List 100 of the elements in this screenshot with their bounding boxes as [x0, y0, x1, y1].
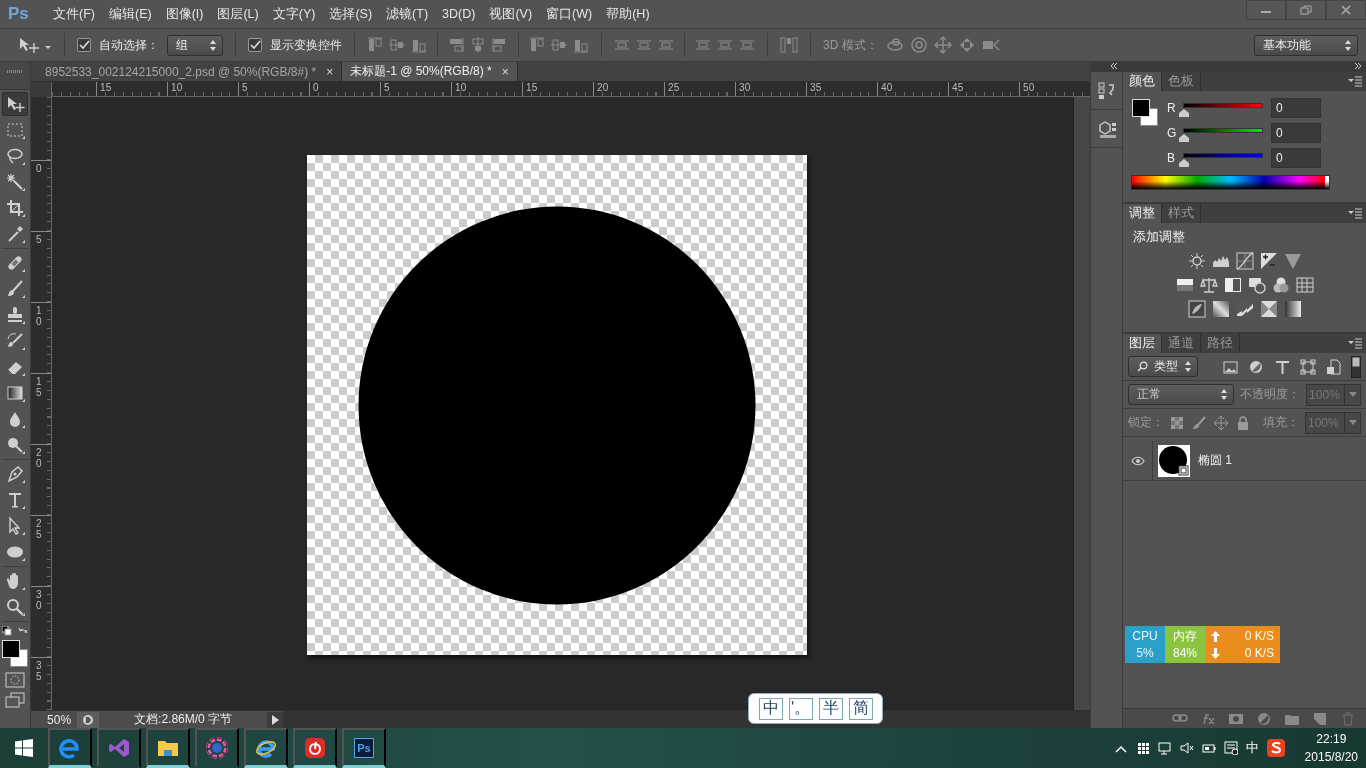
triangle-icon[interactable]	[1283, 252, 1302, 270]
brush-icon[interactable]	[1192, 415, 1206, 430]
network-icon[interactable]	[1157, 741, 1172, 755]
status-button[interactable]	[77, 711, 100, 728]
move-tool-icon[interactable]	[18, 35, 52, 55]
ime-toggle[interactable]: 半	[818, 697, 843, 720]
layer-row[interactable]: 椭圆 1	[1123, 441, 1366, 481]
diagonal-gradient-icon[interactable]	[1211, 300, 1230, 318]
taskbar-app-button[interactable]: Ps	[342, 728, 386, 768]
taskbar-app-button[interactable]	[195, 728, 239, 768]
slider-thumb[interactable]	[1179, 108, 1189, 117]
panel-tab[interactable]: 样式	[1162, 204, 1201, 223]
ime-toggle[interactable]: 简	[848, 697, 873, 720]
start-icon[interactable]	[15, 739, 33, 757]
panel-tab[interactable]: 颜色	[1123, 72, 1162, 91]
taskbar-app-button[interactable]	[146, 728, 190, 768]
menu-item[interactable]: 编辑(E)	[101, 5, 159, 23]
move-arrows-icon[interactable]	[1214, 415, 1228, 430]
minimize-button[interactable]	[1246, 0, 1286, 20]
new-layer-icon[interactable]	[1312, 710, 1328, 727]
document-tab[interactable]: 未标题-1 @ 50%(RGB/8) * ×	[342, 62, 518, 81]
menu-item[interactable]: 图像(I)	[158, 5, 211, 23]
ime-toggle[interactable]: '。	[788, 697, 813, 720]
lock-pixels-icon[interactable]	[1170, 415, 1184, 430]
menu-item[interactable]: 帮助(H)	[599, 5, 657, 23]
scales-icon[interactable]	[1199, 276, 1218, 294]
lock-icon[interactable]	[1236, 415, 1250, 430]
clock-time[interactable]: 22:19	[1316, 730, 1347, 748]
group-dropdown[interactable]: 组	[167, 34, 223, 56]
channel-value-field[interactable]: 0	[1271, 123, 1321, 143]
channel-value-field[interactable]: 0	[1271, 98, 1321, 118]
panel-menu-icon[interactable]	[1348, 338, 1362, 349]
menu-item[interactable]: 文件(F)	[46, 5, 102, 23]
muted-speaker-icon[interactable]	[1179, 741, 1194, 755]
menu-item[interactable]: 选择(S)	[322, 5, 380, 23]
close-button[interactable]	[1326, 0, 1366, 20]
tab-close-button[interactable]: ×	[326, 64, 334, 79]
panel-tab[interactable]: 图层	[1123, 334, 1162, 353]
eye-icon[interactable]	[1130, 455, 1145, 466]
collapse-arrows-icon[interactable]	[1110, 62, 1118, 70]
adjustment-layer-icon[interactable]	[1256, 710, 1272, 727]
battery-icon[interactable]	[1201, 741, 1216, 755]
default-colors-icon[interactable]	[2, 626, 13, 636]
camera-filter-icon[interactable]	[1247, 276, 1266, 294]
slider-thumb[interactable]	[1179, 158, 1189, 167]
menu-item[interactable]: 滤镜(T)	[379, 5, 436, 23]
color-spectrum[interactable]	[1131, 175, 1330, 190]
status-menu-button[interactable]	[267, 711, 284, 728]
checkbox[interactable]	[248, 38, 262, 52]
panel-menu-icon[interactable]	[1348, 76, 1362, 87]
hourglass-icon[interactable]	[1259, 300, 1278, 318]
swap-arrow-icon[interactable]	[18, 626, 29, 636]
gradient-map-icon[interactable]	[1175, 276, 1194, 294]
grid-icon[interactable]	[1135, 741, 1150, 755]
move-tool[interactable]	[2, 92, 29, 116]
checkbox[interactable]	[77, 38, 91, 52]
panel-tab[interactable]: 路径	[1201, 334, 1240, 353]
cube-icon[interactable]	[1096, 118, 1117, 139]
menu-item[interactable]: 图层(L)	[210, 5, 266, 23]
screen-mode-icon[interactable]	[4, 692, 27, 710]
color-swatches[interactable]	[1131, 99, 1159, 127]
fade-icon[interactable]	[1283, 300, 1302, 318]
vertical-scrollbar[interactable]	[1073, 97, 1091, 710]
color-swatches[interactable]	[1, 640, 30, 668]
sun-icon[interactable]	[1187, 252, 1206, 270]
workspace-dropdown[interactable]: 基本功能	[1254, 34, 1358, 56]
circles-icon[interactable]	[1271, 276, 1290, 294]
taskbar-app-button[interactable]	[293, 728, 337, 768]
menu-item[interactable]: 3D(D)	[435, 7, 483, 21]
panel-tab[interactable]: 调整	[1123, 204, 1162, 223]
image-filter-icon[interactable]	[1222, 358, 1238, 375]
menu-item[interactable]: 视图(V)	[482, 5, 540, 23]
smart-object-filter-icon[interactable]	[1326, 358, 1342, 375]
channel-value-field[interactable]: 0	[1271, 148, 1321, 168]
panel-menu-icon[interactable]	[1348, 208, 1362, 219]
filter-dropdown[interactable]: 类型	[1128, 356, 1198, 377]
panel-tab[interactable]: 通道	[1162, 334, 1201, 353]
type-filter-icon[interactable]	[1274, 358, 1290, 375]
clock-date[interactable]: 2015/8/20	[1304, 748, 1358, 766]
taskbar-app-button[interactable]	[244, 728, 288, 768]
shape-filter-icon[interactable]	[1300, 358, 1316, 375]
tab-close-button[interactable]: ×	[501, 64, 509, 79]
menu-item[interactable]: 文字(Y)	[265, 5, 323, 23]
notification-icon[interactable]	[1223, 741, 1238, 755]
history-icon[interactable]	[1096, 80, 1117, 101]
half-square-icon[interactable]	[1223, 276, 1242, 294]
adjustment-filter-icon[interactable]	[1248, 358, 1264, 375]
ime-logo-icon[interactable]	[1266, 739, 1285, 757]
panel-tab[interactable]: 色板	[1162, 72, 1201, 91]
expand-arrows-icon[interactable]	[1354, 62, 1362, 70]
ime-toggle[interactable]: 中	[758, 697, 783, 720]
input-language-indicator[interactable]: 中	[1245, 739, 1259, 757]
quick-mask-icon[interactable]	[5, 672, 26, 688]
grip-icon[interactable]	[7, 70, 24, 73]
slider-thumb[interactable]	[1179, 133, 1189, 142]
menu-item[interactable]: 窗口(W)	[539, 5, 600, 23]
taskbar-app-button[interactable]	[48, 728, 92, 768]
curves-icon[interactable]	[1235, 252, 1254, 270]
filter-toggle[interactable]	[1351, 355, 1361, 378]
blend-mode-dropdown[interactable]: 正常	[1128, 384, 1235, 405]
